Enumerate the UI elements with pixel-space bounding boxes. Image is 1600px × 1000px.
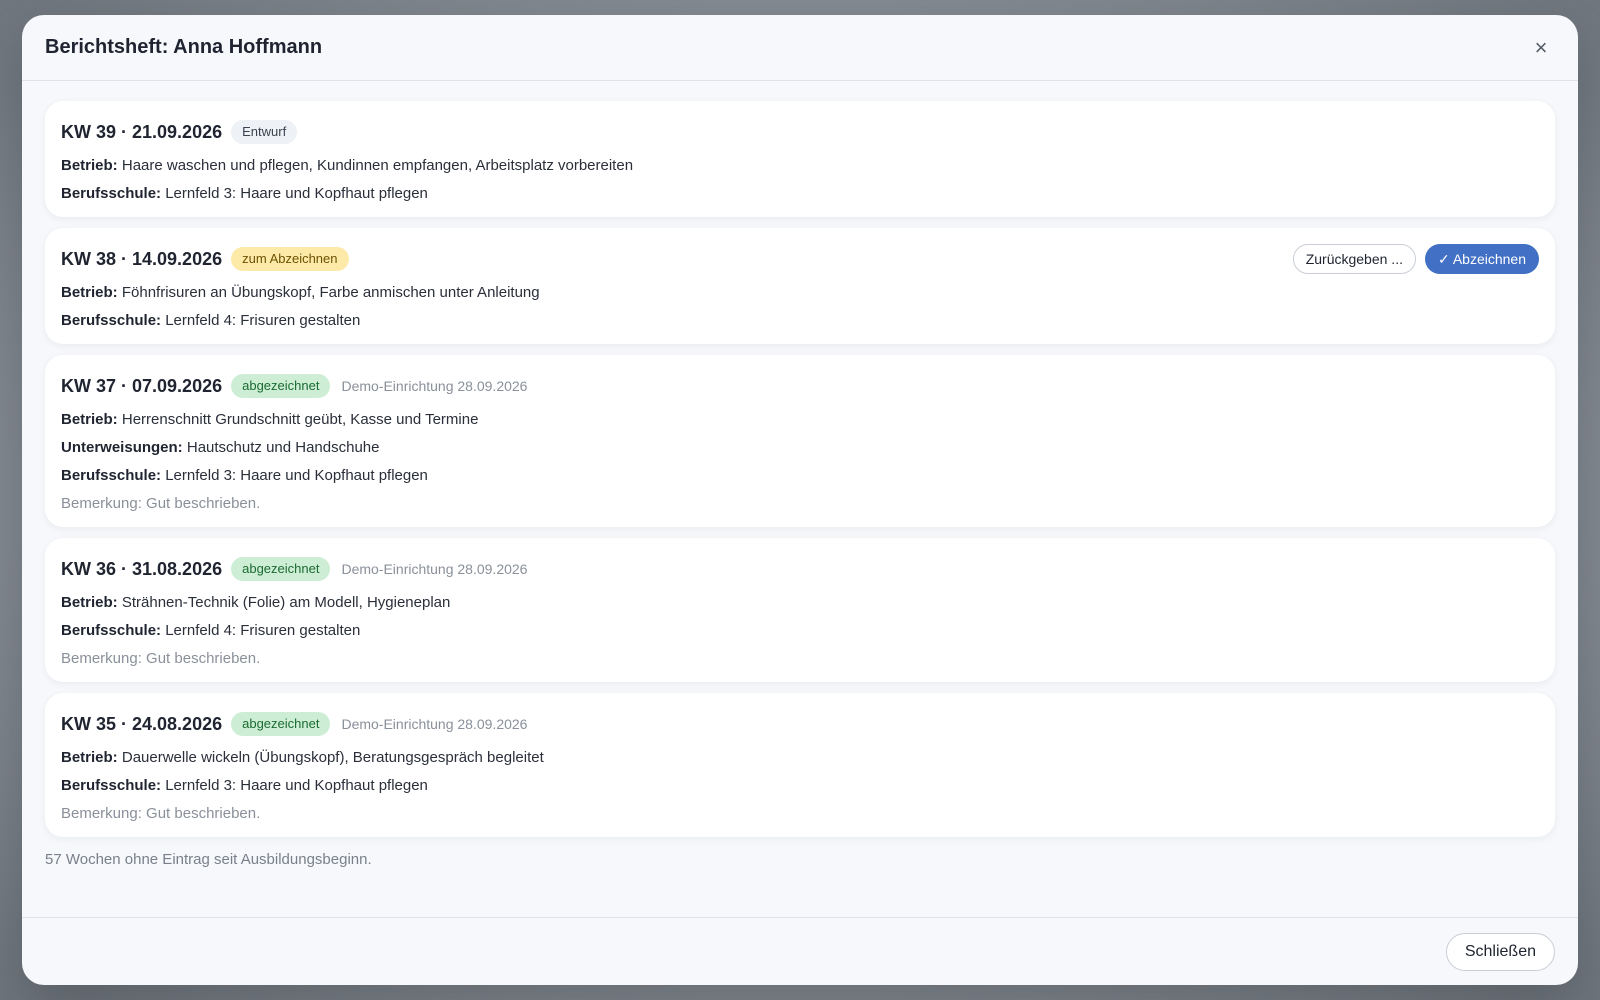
- betrieb-text: Dauerwelle wickeln (Übungskopf), Beratun…: [121, 749, 544, 766]
- entry-header: KW 35 · 24.08.2026 abgezeichnet Demo-Ein…: [61, 709, 1539, 739]
- unterweisungen-label: Unterweisungen:: [61, 439, 183, 456]
- status-badge: abgezeichnet: [231, 374, 331, 398]
- betrieb-label: Betrieb:: [61, 284, 118, 301]
- report-entry: KW 37 · 07.09.2026 abgezeichnet Demo-Ein…: [45, 355, 1555, 527]
- berufsschule-text: Lernfeld 4: Frisuren gestalten: [165, 622, 361, 639]
- close-button[interactable]: Schließen: [1445, 932, 1555, 971]
- entry-berufsschule: Berufsschule: Lernfeld 4: Frisuren gesta…: [61, 312, 1539, 330]
- report-book-modal: Berichtsheft: Anna Hoffmann × KW 39 · 21…: [22, 15, 1578, 985]
- entry-remark: Bemerkung: Gut beschrieben.: [61, 650, 261, 667]
- betrieb-label: Betrieb:: [61, 594, 118, 611]
- return-button[interactable]: Zurückgeben ...: [1292, 244, 1416, 274]
- berufsschule-label: Berufsschule:: [61, 185, 162, 202]
- berufsschule-label: Berufsschule:: [61, 622, 162, 639]
- modal-footer: Schließen: [22, 917, 1578, 985]
- close-icon[interactable]: ×: [1527, 34, 1555, 62]
- betrieb-text: Föhnfrisuren an Übungskopf, Farbe anmisc…: [121, 284, 540, 301]
- sign-button[interactable]: ✓ Abzeichnen: [1424, 244, 1539, 274]
- entry-betrieb: Betrieb: Föhnfrisuren an Übungskopf, Far…: [61, 284, 1539, 302]
- entry-header: KW 36 · 31.08.2026 abgezeichnet Demo-Ein…: [61, 554, 1539, 584]
- betrieb-text: Herrenschnitt Grundschnitt geübt, Kasse …: [121, 411, 479, 428]
- entry-remark: Bemerkung: Gut beschrieben.: [61, 495, 261, 512]
- status-badge: Entwurf: [231, 120, 298, 144]
- entry-berufsschule: Berufsschule: Lernfeld 3: Haare und Kopf…: [61, 185, 1539, 203]
- entry-betrieb: Betrieb: Strähnen-Technik (Folie) am Mod…: [61, 594, 1539, 612]
- entry-header: KW 37 · 07.09.2026 abgezeichnet Demo-Ein…: [61, 371, 1539, 401]
- modal-title: Berichtsheft: Anna Hoffmann: [45, 36, 323, 58]
- status-badge: abgezeichnet: [231, 712, 331, 736]
- entry-berufsschule: Berufsschule: Lernfeld 4: Frisuren gesta…: [61, 622, 1539, 640]
- entry-week: KW 39 · 21.09.2026: [61, 121, 223, 142]
- berufsschule-text: Lernfeld 3: Haare und Kopfhaut pflegen: [165, 185, 428, 202]
- status-badge: zum Abzeichnen: [231, 247, 349, 271]
- betrieb-text: Strähnen-Technik (Folie) am Modell, Hygi…: [121, 594, 451, 611]
- signed-by: Demo-Einrichtung 28.09.2026: [341, 716, 528, 732]
- modal-header: Berichtsheft: Anna Hoffmann ×: [22, 15, 1578, 81]
- entry-remark: Bemerkung: Gut beschrieben.: [61, 805, 261, 822]
- entry-berufsschule: Berufsschule: Lernfeld 3: Haare und Kopf…: [61, 777, 1539, 795]
- berufsschule-text: Lernfeld 3: Haare und Kopfhaut pflegen: [165, 467, 428, 484]
- modal-body: KW 39 · 21.09.2026 Entwurf Betrieb: Haar…: [22, 81, 1578, 868]
- entry-week: KW 38 · 14.09.2026: [61, 248, 223, 269]
- entry-header: KW 39 · 21.09.2026 Entwurf: [61, 117, 1539, 147]
- betrieb-text: Haare waschen und pflegen, Kundinnen emp…: [121, 157, 634, 174]
- entry-week: KW 36 · 31.08.2026: [61, 558, 223, 579]
- unterweisungen-text: Hautschutz und Handschuhe: [186, 439, 380, 456]
- entry-betrieb: Betrieb: Dauerwelle wickeln (Übungskopf)…: [61, 749, 1539, 767]
- entry-week: KW 37 · 07.09.2026: [61, 375, 223, 396]
- report-entry: KW 36 · 31.08.2026 abgezeichnet Demo-Ein…: [45, 538, 1555, 682]
- betrieb-label: Betrieb:: [61, 157, 118, 174]
- report-entry: KW 35 · 24.08.2026 abgezeichnet Demo-Ein…: [45, 693, 1555, 837]
- missing-weeks-note: 57 Wochen ohne Eintrag seit Ausbildungsb…: [45, 851, 372, 868]
- entry-betrieb: Betrieb: Herrenschnitt Grundschnitt geüb…: [61, 411, 1539, 429]
- report-entry: KW 38 · 14.09.2026 zum Abzeichnen Zurück…: [45, 228, 1555, 344]
- berufsschule-label: Berufsschule:: [61, 467, 162, 484]
- berufsschule-text: Lernfeld 4: Frisuren gestalten: [165, 312, 361, 329]
- berufsschule-label: Berufsschule:: [61, 777, 162, 794]
- berufsschule-label: Berufsschule:: [61, 312, 162, 329]
- entry-betrieb: Betrieb: Haare waschen und pflegen, Kund…: [61, 157, 1539, 175]
- entry-berufsschule: Berufsschule: Lernfeld 3: Haare und Kopf…: [61, 467, 1539, 485]
- signed-by: Demo-Einrichtung 28.09.2026: [341, 561, 528, 577]
- entry-unterweisungen: Unterweisungen: Hautschutz und Handschuh…: [61, 439, 1539, 457]
- betrieb-label: Betrieb:: [61, 411, 118, 428]
- entry-actions: Zurückgeben ... ✓ Abzeichnen: [1292, 244, 1539, 274]
- report-entry: KW 39 · 21.09.2026 Entwurf Betrieb: Haar…: [45, 101, 1555, 217]
- signed-by: Demo-Einrichtung 28.09.2026: [341, 378, 528, 394]
- entry-header: KW 38 · 14.09.2026 zum Abzeichnen Zurück…: [61, 244, 1539, 274]
- entry-week: KW 35 · 24.08.2026: [61, 713, 223, 734]
- berufsschule-text: Lernfeld 3: Haare und Kopfhaut pflegen: [165, 777, 428, 794]
- betrieb-label: Betrieb:: [61, 749, 118, 766]
- status-badge: abgezeichnet: [231, 557, 331, 581]
